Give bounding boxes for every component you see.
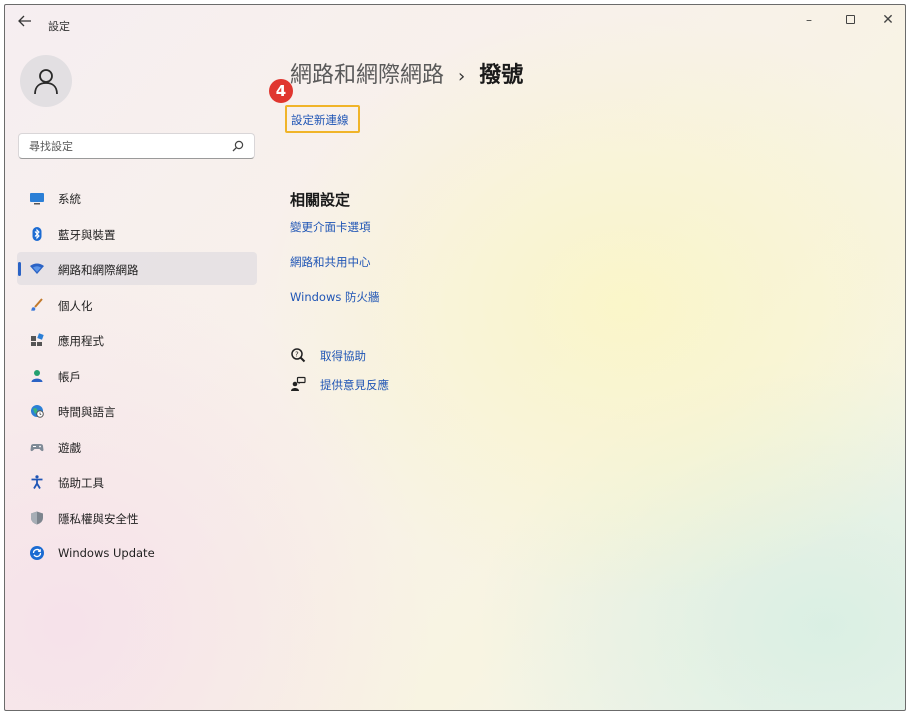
sidebar-item-label: 協助工具: [58, 476, 104, 490]
sidebar-item-label: 藍牙與裝置: [58, 227, 116, 242]
bluetooth-icon: [32, 226, 42, 241]
wifi-icon: [30, 263, 44, 274]
gamepad-icon: [30, 443, 44, 451]
change-adapter-options-link[interactable]: 變更介面卡選項: [290, 219, 371, 235]
setup-new-connection-link[interactable]: 設定新連線: [291, 112, 349, 128]
maximize-icon: [845, 15, 855, 24]
selected-indicator: [18, 262, 21, 276]
get-help-label: 取得協助: [320, 349, 366, 363]
search-input[interactable]: [19, 134, 224, 158]
windows-firewall-link[interactable]: Windows 防火牆: [290, 289, 380, 305]
settings-window: 設定 – ✕ 系統 藍牙與裝置 網路和網際網路: [4, 4, 906, 711]
avatar[interactable]: [20, 55, 72, 107]
monitor-icon: [30, 193, 44, 205]
svg-text:?: ?: [295, 351, 299, 359]
update-icon: [30, 546, 44, 560]
sidebar-item-label: 時間與語言: [58, 405, 116, 419]
app-title: 設定: [48, 20, 70, 33]
person-icon: [31, 369, 43, 382]
sidebar-item-windows-update[interactable]: Windows Update: [17, 536, 257, 569]
sidebar-item-label: 帳戶: [58, 369, 81, 384]
maximize-button[interactable]: [839, 10, 861, 30]
sidebar-item-label: 系統: [58, 192, 81, 206]
title-bar: 設定 – ✕: [5, 5, 905, 39]
network-sharing-center-link[interactable]: 網路和共用中心: [290, 254, 371, 270]
sidebar-item-label: 網路和網際網路: [58, 263, 139, 277]
sidebar-item-accounts[interactable]: 帳戶: [17, 359, 257, 392]
shield-icon: [31, 511, 43, 524]
feedback-icon: [291, 376, 306, 391]
sidebar-item-label: 應用程式: [58, 334, 104, 348]
sidebar-item-system[interactable]: 系統: [17, 181, 257, 214]
sidebar-item-label: Windows Update: [58, 546, 155, 560]
sidebar-item-label: 隱私權與安全性: [58, 511, 139, 526]
close-button[interactable]: ✕: [877, 10, 899, 30]
sidebar-item-gaming[interactable]: 遊戲: [17, 430, 257, 463]
minimize-button[interactable]: –: [798, 10, 820, 30]
sidebar-item-privacy-security[interactable]: 隱私權與安全性: [17, 501, 257, 534]
globe-clock-icon: [31, 405, 44, 418]
sidebar-item-label: 遊戲: [58, 440, 81, 455]
related-settings-title: 相關設定: [290, 191, 351, 209]
sidebar-nav: 系統 藍牙與裝置 網路和網際網路 個人化 應用程式 帳戶 時間與語言 遊戲 協助…: [17, 181, 257, 572]
sidebar-item-personalization[interactable]: 個人化: [17, 288, 257, 321]
search-box: [18, 133, 255, 159]
user-avatar-icon: [34, 69, 58, 95]
sidebar-item-bluetooth[interactable]: 藍牙與裝置: [17, 217, 257, 250]
sidebar-item-apps[interactable]: 應用程式: [17, 323, 257, 356]
give-feedback-link[interactable]: 提供意見反應: [290, 375, 430, 393]
back-arrow-icon: [18, 15, 31, 27]
breadcrumb-separator: ›: [458, 66, 466, 87]
get-help-link[interactable]: ? 取得協助: [290, 346, 410, 364]
breadcrumb: 網路和網際網路 › 撥號: [290, 57, 523, 89]
search-icon[interactable]: [231, 139, 245, 153]
apps-icon: [31, 333, 44, 346]
sidebar-item-network[interactable]: 網路和網際網路: [17, 252, 257, 285]
page-title: 撥號: [479, 63, 524, 88]
help-icon: ?: [291, 348, 306, 363]
breadcrumb-parent[interactable]: 網路和網際網路: [290, 63, 444, 88]
step-callout: 4: [269, 79, 293, 103]
accessibility-icon: [31, 475, 43, 489]
give-feedback-label: 提供意見反應: [320, 378, 389, 392]
sidebar-item-label: 個人化: [58, 298, 93, 313]
brush-icon: [31, 297, 43, 311]
sidebar-item-time-language[interactable]: 時間與語言: [17, 394, 257, 427]
sidebar-item-accessibility[interactable]: 協助工具: [17, 465, 257, 498]
back-button[interactable]: [15, 15, 35, 31]
